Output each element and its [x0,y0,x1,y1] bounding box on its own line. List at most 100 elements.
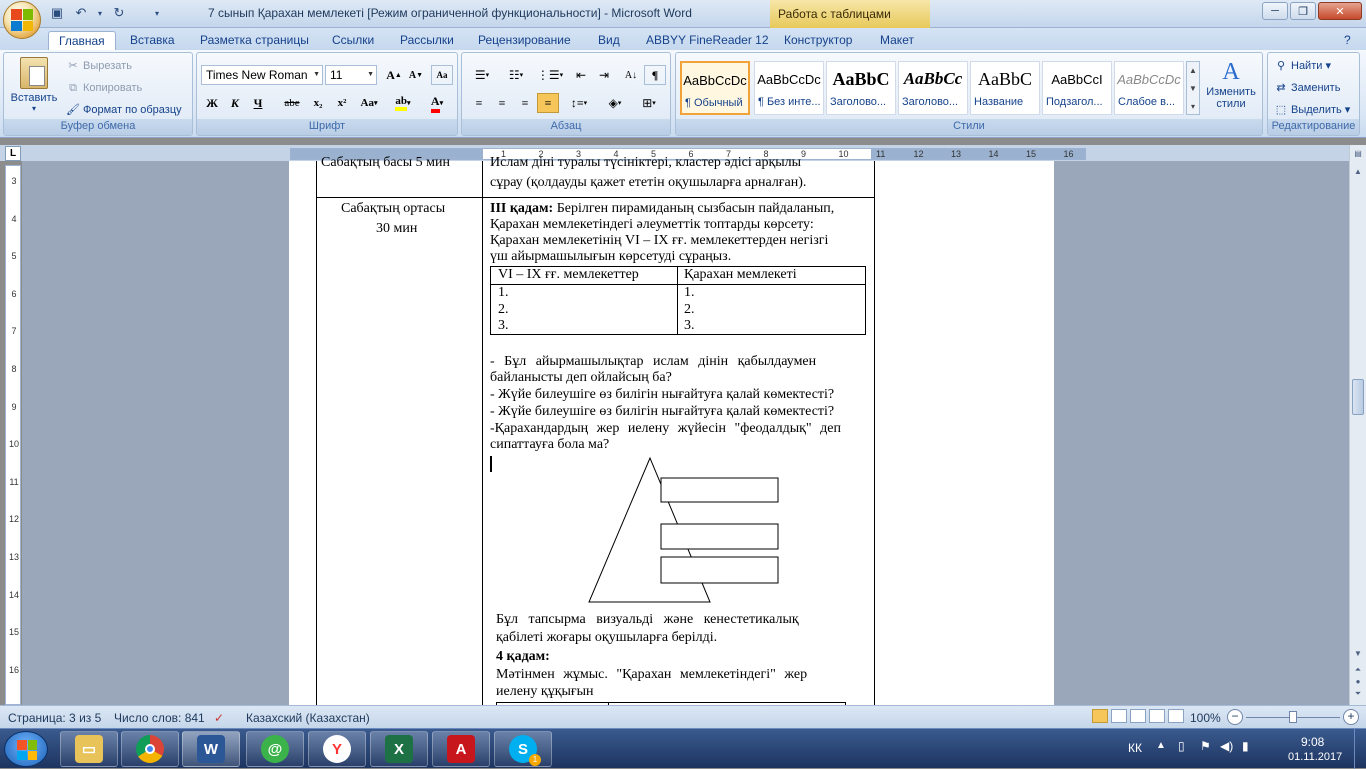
taskbar-mail[interactable]: @ [246,731,304,767]
style-normal[interactable]: AaBbCcDc ¶ Обычный [680,61,750,115]
font-size-combo[interactable]: 11 ▼ [325,65,377,85]
underline-button[interactable]: Ч [247,93,269,113]
grow-font-button[interactable]: A ▲ [383,65,405,85]
tab-abbyy[interactable]: ABBYY FineReader 12 [636,31,779,50]
justify-button[interactable]: ≡ [537,93,559,113]
zoom-slider-thumb[interactable] [1289,711,1297,723]
find-button[interactable]: ⚲ Найти ▾ [1274,59,1331,73]
tab-review[interactable]: Рецензирование [468,31,581,50]
print-layout-icon[interactable] [1092,709,1108,723]
zoom-in-icon[interactable]: + [1343,709,1359,725]
decrease-indent-button[interactable]: ⇤ [570,65,592,85]
font-color-button[interactable]: A ▾ [423,93,451,113]
scroll-thumb[interactable] [1352,379,1364,415]
highlight-button[interactable]: ab ▾ [389,93,417,113]
tray-device-icon[interactable]: ▯ [1178,739,1185,753]
volume-icon[interactable]: ◀) [1220,739,1233,753]
undo-icon[interactable]: ↶ [72,4,90,22]
subscript-button[interactable]: x₂ [307,93,329,113]
clock-date[interactable]: 01.11.2017 [1288,751,1342,763]
browse-object-icon[interactable]: ● [1352,677,1364,689]
close-button[interactable]: ✕ [1318,2,1362,20]
taskbar-acrobat[interactable]: A [432,731,490,767]
show-desktop-button[interactable] [1354,729,1366,769]
format-painter-button[interactable]: 🖌 Формат по образцу [66,103,182,117]
paste-button[interactable]: Вставить ▾ [8,57,60,113]
style-subtitle[interactable]: AaBbCcI Подзагол... [1042,61,1112,115]
italic-button[interactable]: К [224,93,246,113]
bullets-button[interactable]: ☰ ▾ [468,65,496,85]
taskbar-skype[interactable]: S1 [494,731,552,767]
replace-button[interactable]: ⇄ Заменить [1274,81,1340,95]
start-button[interactable] [4,731,48,767]
style-title[interactable]: AaBbC Название [970,61,1040,115]
outline-icon[interactable] [1149,709,1165,723]
tab-layout[interactable]: Макет [870,31,924,50]
word-count[interactable]: Число слов: 841 [114,711,205,725]
ruler-toggle-icon[interactable]: ▤ [1352,149,1364,161]
zoom-out-icon[interactable]: − [1227,709,1243,725]
style-heading-1[interactable]: AaBbC Заголово... [826,61,896,115]
tray-arrow-icon[interactable]: ▲ [1156,740,1166,751]
clock-time[interactable]: 9:08 [1301,735,1324,749]
redo-icon[interactable]: ↻ [110,4,128,22]
style-subtle-emphasis[interactable]: AaBbCcDc Слабое в... [1114,61,1184,115]
change-case-button[interactable]: Aa ▾ [355,93,383,113]
help-icon[interactable]: ? [1340,31,1355,50]
save-icon[interactable]: ▣ [48,4,66,22]
taskbar-yandex[interactable]: Y [308,731,366,767]
tab-page-layout[interactable]: Разметка страницы [190,31,319,50]
borders-button[interactable]: ⊞ ▾ [634,93,664,113]
office-button[interactable] [3,1,41,39]
tab-references[interactable]: Ссылки [322,31,384,50]
draft-icon[interactable] [1168,709,1184,723]
pyramid-diagram[interactable] [584,456,784,606]
scroll-down-icon[interactable]: ▼ [1352,649,1364,661]
next-page-icon[interactable]: ⏷ [1352,689,1364,701]
show-marks-button[interactable]: ¶ [644,65,666,85]
strikethrough-button[interactable]: abe [281,93,303,113]
cut-button[interactable]: ✂ Вырезать [66,59,132,73]
network-icon[interactable]: ▮ [1242,739,1249,753]
scroll-up-icon[interactable]: ▲ [1352,167,1364,179]
restore-button[interactable]: ❐ [1290,2,1316,20]
align-left-button[interactable]: ≡ [468,93,490,113]
superscript-button[interactable]: x² [331,93,353,113]
tab-design[interactable]: Конструктор [774,31,862,50]
style-heading-2[interactable]: AaBbCc Заголово... [898,61,968,115]
undo-dropdown-icon[interactable]: ▾ [96,4,104,22]
taskbar-excel[interactable]: X [370,731,428,767]
web-layout-icon[interactable] [1130,709,1146,723]
align-right-button[interactable]: ≡ [514,93,536,113]
input-language[interactable]: КК [1128,741,1142,755]
tab-mailings[interactable]: Рассылки [390,31,464,50]
change-styles-button[interactable]: A Изменить стили [1202,59,1260,110]
language-indicator[interactable]: Казахский (Казахстан) [246,711,370,725]
tab-view[interactable]: Вид [588,31,630,50]
zoom-level[interactable]: 100% [1190,711,1221,725]
select-button[interactable]: ⬚ Выделить ▾ [1274,103,1351,117]
line-spacing-button[interactable]: ↕≡ ▾ [564,93,594,113]
vertical-scrollbar[interactable]: ▤ ▲ ▼ ⏶ ● ⏷ [1349,145,1366,705]
prev-page-icon[interactable]: ⏶ [1352,665,1364,677]
customize-qat-icon[interactable]: ▾ [152,4,162,22]
document-page[interactable]: Сабақтың басы 5 мин Ислам діні туралы тү… [289,155,1054,706]
minimize-button[interactable]: ─ [1262,2,1288,20]
tab-home[interactable]: Главная [48,31,116,50]
numbering-button[interactable]: ☷ ▾ [502,65,530,85]
bold-button[interactable]: Ж [201,93,223,113]
taskbar-word[interactable]: W [182,731,240,767]
clear-format-button[interactable]: Aa [431,65,453,85]
shrink-font-button[interactable]: A ▼ [405,65,427,85]
tab-insert[interactable]: Вставка [120,31,185,50]
multilevel-list-button[interactable]: ⋮☰ ▾ [536,65,564,85]
tab-selector[interactable]: L [5,146,21,161]
style-no-spacing[interactable]: AaBbCcDc ¶ Без инте... [754,61,824,115]
copy-button[interactable]: ⧉ Копировать [66,81,142,95]
proofing-icon[interactable]: ✓ [214,711,224,725]
increase-indent-button[interactable]: ⇥ [593,65,615,85]
align-center-button[interactable]: ≡ [491,93,513,113]
taskbar-explorer[interactable]: ▭ [60,731,118,767]
page-indicator[interactable]: Страница: 3 из 5 [8,711,101,725]
font-name-combo[interactable]: Times New Roman ▼ [201,65,323,85]
